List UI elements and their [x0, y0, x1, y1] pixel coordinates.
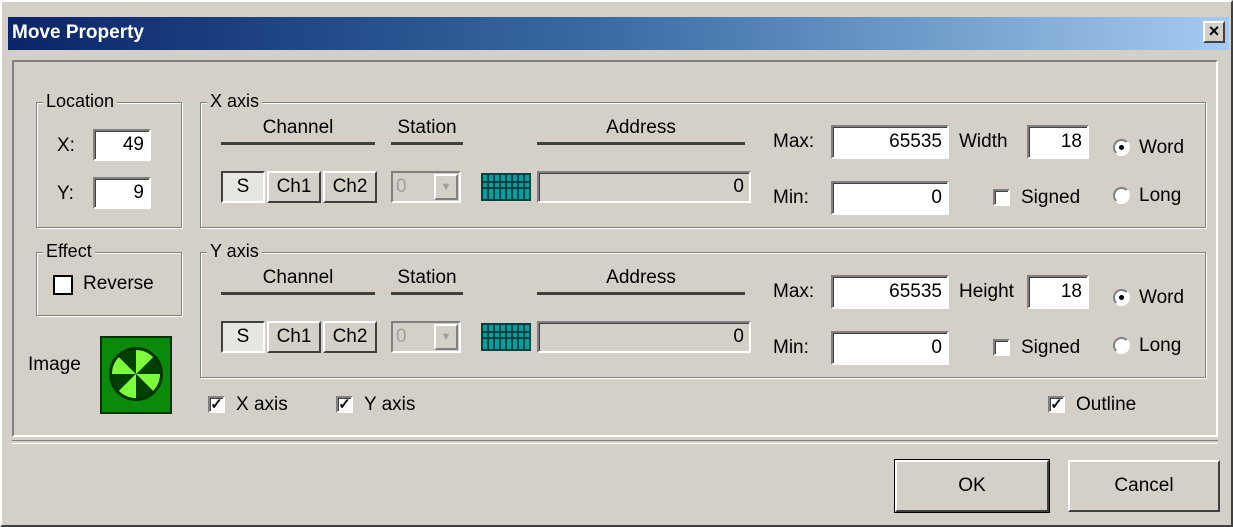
checkmark-icon: ✓: [338, 396, 351, 413]
y-axis-legend: Y axis: [207, 241, 262, 262]
x-address-field[interactable]: 0: [537, 171, 751, 203]
y-min-label: Min:: [773, 337, 809, 358]
y-height-input[interactable]: 18: [1027, 275, 1089, 309]
y-height-label: Height: [959, 281, 1014, 302]
x-axis-legend: X axis: [207, 91, 263, 112]
y-word-label: Word: [1139, 287, 1185, 308]
x-max-input[interactable]: 65535: [831, 125, 949, 159]
y-channel-ch1-button[interactable]: Ch1: [267, 321, 321, 353]
location-y-input[interactable]: 9: [93, 177, 151, 209]
x-channel-s-button[interactable]: S: [221, 171, 265, 203]
location-x-input[interactable]: 49: [93, 129, 151, 161]
x-axis-group: X axis Channel Station Address S Ch1 Ch2…: [200, 91, 1206, 228]
x-width-label: Width: [959, 131, 1008, 152]
y-label: Y:: [57, 183, 74, 204]
y-axis-checkbox[interactable]: ✓: [336, 396, 353, 413]
y-channel-ch2-button[interactable]: Ch2: [323, 321, 377, 353]
y-channel-header: Channel: [221, 267, 375, 295]
reverse-label: Reverse: [83, 273, 154, 294]
y-station-select[interactable]: 0 ▼: [391, 321, 461, 353]
x-address-header: Address: [537, 117, 745, 145]
y-channel-s-button[interactable]: S: [221, 321, 265, 353]
y-max-label: Max:: [773, 281, 815, 302]
x-long-label: Long: [1139, 185, 1182, 206]
effect-legend: Effect: [43, 241, 95, 262]
x-channel-header: Channel: [221, 117, 375, 145]
reverse-checkbox[interactable]: [53, 275, 73, 295]
x-word-radio[interactable]: [1113, 139, 1130, 156]
chevron-down-icon[interactable]: ▼: [434, 174, 458, 200]
x-label: X:: [57, 135, 75, 156]
y-channel-buttons: S Ch1 Ch2: [221, 321, 381, 353]
x-signed-label: Signed: [1021, 187, 1081, 208]
y-address-field[interactable]: 0: [537, 321, 751, 353]
effect-group: Effect Reverse: [36, 241, 182, 316]
x-channel-ch1-button[interactable]: Ch1: [267, 171, 321, 203]
address-book-icon[interactable]: [481, 173, 531, 201]
y-address-header: Address: [537, 267, 745, 295]
checkmark-icon: ✓: [210, 396, 223, 413]
x-width-input[interactable]: 18: [1027, 125, 1089, 159]
y-long-radio[interactable]: [1113, 337, 1130, 354]
y-min-input[interactable]: 0: [831, 331, 949, 365]
x-channel-buttons: S Ch1 Ch2: [221, 171, 381, 203]
x-min-label: Min:: [773, 187, 809, 208]
location-group: Location X: 49 Y: 9: [36, 91, 182, 228]
y-signed-checkbox[interactable]: [993, 339, 1010, 356]
address-book-icon[interactable]: [481, 323, 531, 351]
x-station-value: 0: [396, 176, 407, 197]
x-channel-ch2-button[interactable]: Ch2: [323, 171, 377, 203]
checkmark-icon: ✓: [1050, 396, 1063, 413]
y-long-label: Long: [1139, 335, 1182, 356]
window-title: Move Property: [12, 22, 144, 43]
x-station-select[interactable]: 0 ▼: [391, 171, 461, 203]
y-axis-check-label: Y axis: [364, 394, 416, 415]
outline-checkbox[interactable]: ✓: [1048, 396, 1065, 413]
chevron-down-icon[interactable]: ▼: [434, 324, 458, 350]
y-max-input[interactable]: 65535: [831, 275, 949, 309]
y-station-header: Station: [391, 267, 463, 295]
y-signed-label: Signed: [1021, 337, 1081, 358]
x-axis-check-label: X axis: [236, 394, 288, 415]
y-axis-group: Y axis Channel Station Address S Ch1 Ch2…: [200, 241, 1206, 378]
location-legend: Location: [43, 91, 118, 112]
title-bar[interactable]: Move Property ×: [8, 17, 1229, 50]
fan-icon[interactable]: [100, 336, 172, 414]
separator: [12, 440, 1218, 444]
close-icon: ×: [1208, 21, 1220, 41]
x-max-label: Max:: [773, 131, 815, 152]
x-signed-checkbox[interactable]: [993, 189, 1010, 206]
cancel-button[interactable]: Cancel: [1068, 460, 1220, 512]
ok-button[interactable]: OK: [894, 459, 1050, 513]
fan-icon-graphic: [109, 347, 163, 401]
x-long-radio[interactable]: [1113, 187, 1130, 204]
x-axis-checkbox[interactable]: ✓: [208, 396, 225, 413]
y-word-radio[interactable]: [1113, 289, 1130, 306]
move-property-dialog: Move Property × Location X: 49 Y: 9 Effe…: [0, 0, 1233, 527]
properties-panel: Location X: 49 Y: 9 Effect Reverse Image…: [12, 60, 1218, 437]
outline-label: Outline: [1076, 394, 1137, 415]
x-station-header: Station: [391, 117, 463, 145]
close-button[interactable]: ×: [1203, 21, 1225, 43]
x-word-label: Word: [1139, 137, 1185, 158]
y-station-value: 0: [396, 326, 407, 347]
image-label: Image: [28, 354, 81, 375]
x-min-input[interactable]: 0: [831, 181, 949, 215]
